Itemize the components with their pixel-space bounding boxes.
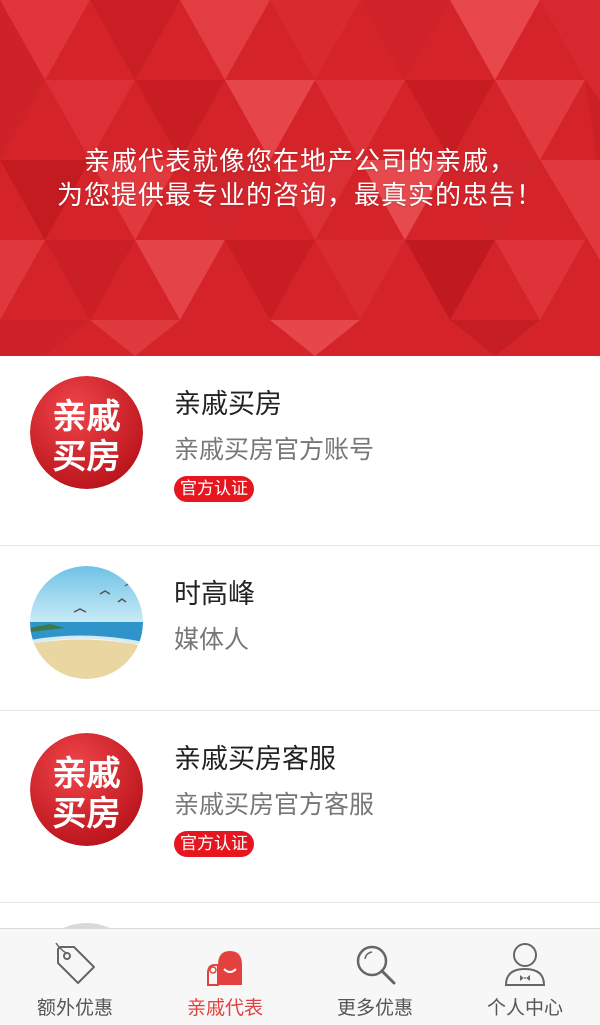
list-item[interactable]: 时高峰 媒体人 [0, 546, 600, 711]
avatar-text-1: 亲戚 [53, 754, 121, 794]
tab-label: 额外优惠 [36, 997, 113, 1019]
verified-badge: 官方认证 [174, 831, 254, 857]
list-item[interactable]: 亲戚 买房 亲戚买房客服 亲戚买房官方客服 官方认证 [0, 711, 600, 903]
verified-badge: 官方认证 [174, 476, 254, 502]
search-icon [356, 945, 396, 985]
banner-line-2: 为您提供最专业的咨询，最真实的忠告！ [56, 181, 543, 211]
rep-name: 亲戚买房客服 [174, 744, 336, 775]
user-icon [504, 943, 546, 986]
representative-list: 亲戚 买房 亲戚买房 亲戚买房官方账号 官方认证 时高峰 媒体人 亲戚 买房 亲… [0, 356, 600, 943]
bottom-tab-bar: 额外优惠 亲戚代表 更多优惠 个人中心 [0, 928, 600, 1025]
header-banner: 亲戚代表就像您在地产公司的亲戚， 为您提供最专业的咨询，最真实的忠告！ [0, 0, 600, 356]
banner-line-1: 亲戚代表就像您在地产公司的亲戚， [83, 147, 516, 177]
tab-profile[interactable]: 个人中心 [450, 929, 600, 1025]
tab-more-discount[interactable]: 更多优惠 [300, 929, 450, 1025]
rep-description: 媒体人 [174, 625, 250, 654]
avatar-logo: 亲戚 买房 [30, 376, 143, 489]
tab-extra-discount[interactable]: 额外优惠 [0, 929, 150, 1025]
rep-name: 时高峰 [174, 579, 255, 610]
avatar-text-2: 买房 [53, 437, 121, 477]
rep-description: 亲戚买房官方客服 [174, 790, 375, 819]
people-icon [207, 951, 242, 986]
tab-label: 更多优惠 [336, 997, 413, 1019]
tag-icon [55, 942, 95, 984]
banner-slogan: 亲戚代表就像您在地产公司的亲戚， 为您提供最专业的咨询，最真实的忠告！ [0, 145, 600, 213]
avatar-text-1: 亲戚 [53, 397, 121, 437]
avatar-text-2: 买房 [53, 794, 121, 834]
tab-representative[interactable]: 亲戚代表 [150, 929, 300, 1025]
list-item[interactable]: 亲戚 买房 亲戚买房 亲戚买房官方账号 官方认证 [0, 356, 600, 546]
rep-name: 亲戚买房 [174, 389, 282, 420]
tab-label: 个人中心 [486, 997, 563, 1019]
tab-label: 亲戚代表 [186, 997, 263, 1019]
avatar-logo: 亲戚 买房 [30, 733, 143, 846]
avatar-beach-photo [30, 566, 143, 679]
rep-description: 亲戚买房官方账号 [174, 435, 375, 464]
